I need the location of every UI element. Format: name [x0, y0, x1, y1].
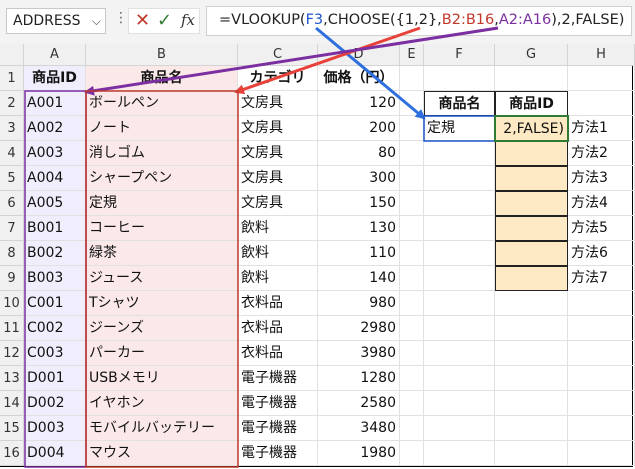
ref-g3-border — [494, 115, 569, 142]
ref-f3-border — [423, 115, 496, 142]
annotation-arrows — [24, 26, 569, 468]
arrow-a-range — [84, 26, 499, 96]
range-a-border — [24, 90, 87, 468]
range-b-border — [85, 90, 239, 468]
